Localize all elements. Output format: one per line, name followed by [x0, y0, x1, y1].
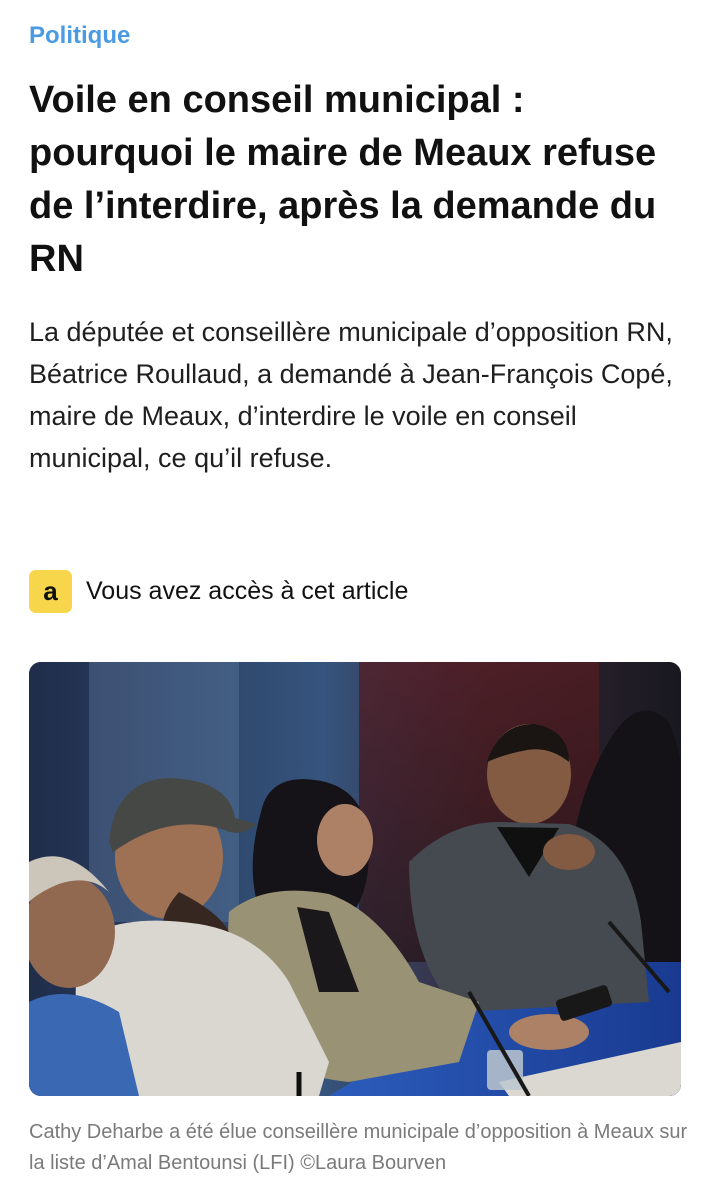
- category-link[interactable]: Politique: [29, 22, 130, 50]
- access-badge-icon: a: [29, 569, 72, 613]
- article-page: Politique Voile en conseil municipal : p…: [0, 0, 709, 1199]
- photo-caption: Cathy Deharbe a été élue conseillère mun…: [29, 1121, 688, 1174]
- article-lede: La députée et conseillère municipale d’o…: [29, 317, 673, 473]
- article-headline: Voile en conseil municipal : pourquoi le…: [29, 79, 657, 280]
- access-text: Vous avez accès à cet article: [86, 576, 409, 605]
- access-indicator: a Vous avez accès à cet article: [29, 569, 408, 613]
- article-photo[interactable]: [29, 662, 681, 1096]
- council-meeting-illustration: [29, 662, 681, 1096]
